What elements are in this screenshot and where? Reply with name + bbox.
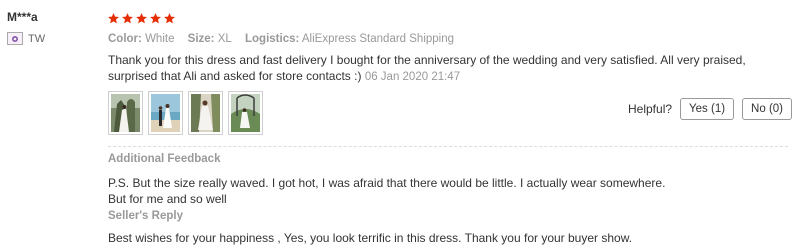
star-icon (121, 12, 134, 25)
helpful-label: Helpful? (628, 102, 673, 116)
order-info: Color: White Size: XL Logistics: AliExpr… (108, 33, 464, 45)
helpful-no-button[interactable]: No (0) (742, 98, 792, 120)
review-photos (108, 91, 263, 135)
review-photo-thumbnail[interactable] (108, 91, 143, 135)
country-code: TW (28, 32, 46, 45)
review-content: Thank you for this dress and fast delive… (108, 52, 788, 85)
flag-icon (7, 32, 23, 45)
star-icon (149, 12, 162, 25)
section-divider (108, 146, 788, 147)
rating-stars (107, 12, 176, 25)
size-label: Size: (187, 33, 215, 45)
color-label: Color: (108, 33, 142, 45)
logistics-label: Logistics: (245, 33, 300, 45)
seller-reply-title: Seller's Reply (108, 210, 183, 222)
logistics-value: AliExpress Standard Shipping (301, 33, 455, 45)
reviewer-country: TW (7, 32, 45, 45)
additional-feedback-title: Additional Feedback (108, 153, 221, 165)
helpful-yes-button[interactable]: Yes (1) (680, 98, 735, 120)
review-photo-thumbnail[interactable] (148, 91, 183, 135)
star-icon (163, 12, 176, 25)
size-value: XL (217, 33, 232, 45)
color-value: White (145, 33, 175, 45)
helpful-vote: Helpful? Yes (1) No (0) (628, 98, 792, 120)
review-photo-thumbnail[interactable] (188, 91, 223, 135)
star-icon (107, 12, 120, 25)
seller-reply-text: Best wishes for your happiness , Yes, yo… (108, 231, 633, 245)
star-icon (135, 12, 148, 25)
review-photo-thumbnail[interactable] (228, 91, 263, 135)
additional-feedback-text: P.S. But the size really waved. I got ho… (108, 176, 666, 206)
reviewer-name: M***a (7, 10, 38, 24)
review-date: 06 Jan 2020 21:47 (364, 71, 461, 83)
